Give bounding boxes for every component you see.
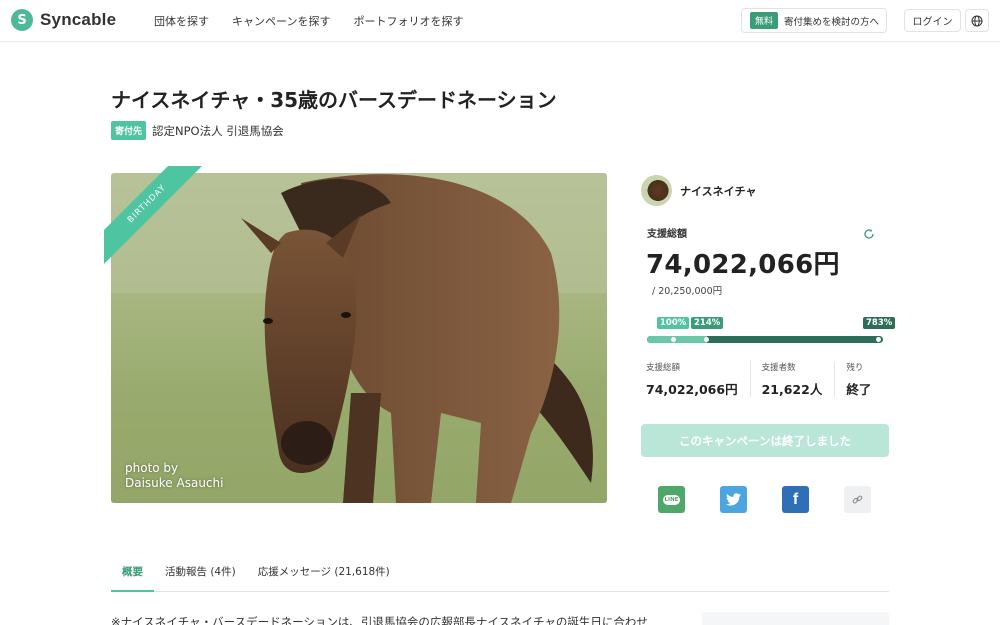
logo-text: Syncable bbox=[40, 10, 117, 29]
stat-value: 終了 bbox=[846, 382, 872, 397]
ribbon-label: BIRTHDAY bbox=[104, 166, 204, 266]
stat-label: 残り bbox=[846, 363, 864, 373]
donation-target-badge: 寄付先 bbox=[111, 121, 147, 140]
milestone-214: 214% bbox=[691, 317, 724, 333]
logo-mark-icon: S bbox=[11, 9, 33, 31]
campaign-title: ナイスネイチャ・35歳のバースデードネーション bbox=[111, 88, 557, 112]
campaign-stats: 支援総額 74,022,066円 支援者数 21,622人 残り 終了 bbox=[646, 361, 894, 397]
stat-remaining: 残り 終了 bbox=[846, 361, 883, 397]
progress-dot-100 bbox=[671, 337, 676, 342]
tab-activity-reports[interactable]: 活動報告 (4件) bbox=[154, 560, 247, 592]
organization-name[interactable]: 認定NPO法人 引退馬協会 bbox=[152, 123, 284, 139]
free-badge: 無料 bbox=[750, 12, 779, 29]
login-button[interactable]: ログイン bbox=[904, 9, 961, 32]
progress-fill bbox=[647, 336, 707, 343]
share-facebook-button[interactable]: f bbox=[782, 486, 809, 513]
birthday-ribbon: BIRTHDAY bbox=[104, 166, 204, 266]
progress-bar bbox=[647, 336, 883, 343]
owner-name: ナイスネイチャ bbox=[680, 184, 757, 198]
goal-amount: / 20,250,000円 bbox=[652, 286, 723, 297]
overview-text: ※ナイスネイチャ・バースデードネーションは、引退馬協会の広報部長ナイスネイチャの… bbox=[111, 615, 648, 625]
globe-icon bbox=[971, 15, 983, 26]
line-icon: LINE bbox=[662, 494, 681, 505]
progress-dot-783 bbox=[876, 337, 881, 342]
nav-find-portfolios[interactable]: ポートフォリオを探す bbox=[353, 13, 463, 29]
organization-row: 寄付先 認定NPO法人 引退馬協会 bbox=[111, 121, 284, 140]
fundraising-cta-button[interactable]: 無料 寄付集めを検討の方へ bbox=[741, 8, 887, 33]
site-header: S Syncable 団体を探す キャンペーンを探す ポートフォリオを探す 無料… bbox=[0, 0, 1000, 42]
photo-credit-line-2: Daisuke Asauchi bbox=[125, 476, 224, 490]
main-nav: 団体を探す キャンペーンを探す ポートフォリオを探す bbox=[154, 13, 486, 29]
avatar bbox=[641, 175, 672, 206]
copy-link-button[interactable] bbox=[844, 486, 871, 513]
share-line-button[interactable]: LINE bbox=[658, 486, 685, 513]
milestone-783: 783% bbox=[863, 317, 896, 333]
total-raised-label: 支援総額 bbox=[647, 229, 687, 240]
photo-credit-line-1: photo by bbox=[125, 461, 179, 475]
progress-dot-214 bbox=[704, 337, 709, 342]
total-raised-amount: 74,022,066円 bbox=[646, 250, 840, 280]
tab-overview[interactable]: 概要 bbox=[111, 560, 154, 592]
stat-supporters: 支援者数 21,622人 bbox=[762, 361, 836, 397]
photo-credit: photo by Daisuke Asauchi bbox=[125, 461, 223, 491]
campaign-ended-button[interactable]: このキャンペーンは終了しました bbox=[641, 424, 889, 457]
twitter-icon bbox=[726, 493, 741, 506]
language-button[interactable] bbox=[965, 9, 989, 32]
stat-total: 支援総額 74,022,066円 bbox=[646, 361, 751, 397]
milestone-100: 100% bbox=[657, 317, 690, 333]
share-twitter-button[interactable] bbox=[720, 486, 747, 513]
stat-value: 74,022,066円 bbox=[646, 382, 738, 397]
cta-text: 寄付集めを検討の方へ bbox=[784, 16, 880, 28]
stat-value: 21,622人 bbox=[761, 382, 823, 397]
stat-label: 支援者数 bbox=[761, 363, 796, 373]
stat-label: 支援総額 bbox=[646, 363, 681, 373]
tab-support-messages[interactable]: 応援メッセージ (21,618件) bbox=[247, 560, 401, 592]
refresh-icon[interactable] bbox=[863, 228, 875, 240]
link-icon bbox=[852, 495, 863, 504]
sidebar-box bbox=[702, 612, 889, 625]
logo[interactable]: S Syncable bbox=[11, 9, 116, 31]
nav-find-organizations[interactable]: 団体を探す bbox=[154, 13, 209, 29]
content-tabs: 概要 活動報告 (4件) 応援メッセージ (21,618件) bbox=[111, 560, 889, 592]
campaign-owner[interactable]: ナイスネイチャ bbox=[641, 175, 757, 206]
facebook-icon: f bbox=[792, 490, 799, 508]
nav-find-campaigns[interactable]: キャンペーンを探す bbox=[232, 13, 330, 29]
